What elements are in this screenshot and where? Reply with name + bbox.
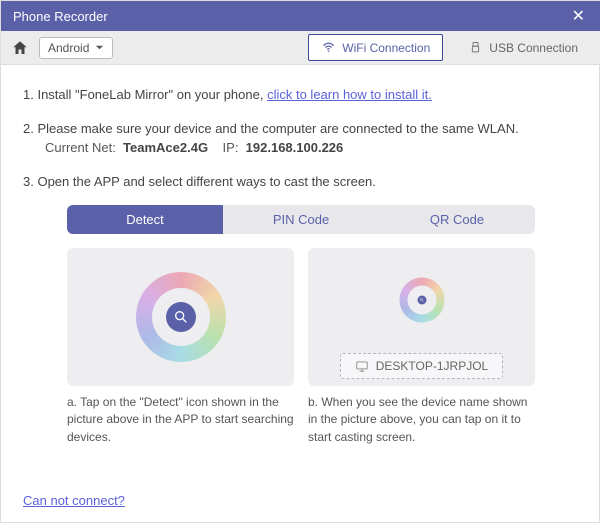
toolbar: Android WiFi Connection USB Connection (1, 31, 600, 65)
tab-qr-code[interactable]: QR Code (379, 205, 535, 234)
cast-mode-tabs: Detect PIN Code QR Code (67, 205, 535, 234)
wifi-icon (321, 40, 336, 55)
step-2: 2. Please make sure your device and the … (23, 119, 579, 158)
magnifier-icon (166, 302, 196, 332)
usb-connection-label: USB Connection (489, 41, 578, 55)
monitor-icon (355, 359, 369, 373)
caption-a: a. Tap on the "Detect" icon shown in the… (67, 394, 294, 446)
ip-value: 192.168.100.226 (246, 140, 344, 155)
instruction-panels: DESKTOP-1JRPJOL (67, 248, 535, 386)
device-dropdown[interactable]: Android (39, 37, 113, 59)
wifi-connection-button[interactable]: WiFi Connection (308, 34, 443, 61)
window-title: Phone Recorder (13, 9, 108, 24)
home-icon[interactable] (11, 39, 29, 57)
close-icon[interactable]: ✕ (566, 4, 591, 28)
detect-ring (136, 272, 226, 362)
detect-panel (67, 248, 294, 386)
current-net-label: Current Net: (45, 140, 116, 155)
current-net-value: TeamAce2.4G (123, 140, 208, 155)
tab-pin-code[interactable]: PIN Code (223, 205, 379, 234)
magnifier-icon-small (417, 296, 426, 305)
step-2-text: 2. Please make sure your device and the … (23, 121, 519, 136)
device-name-box[interactable]: DESKTOP-1JRPJOL (340, 353, 503, 379)
ip-label: IP: (223, 140, 239, 155)
usb-icon (468, 40, 483, 55)
step-1: 1. Install "FoneLab Mirror" on your phon… (23, 85, 579, 105)
tab-detect[interactable]: Detect (67, 205, 223, 234)
step-3: 3. Open the APP and select different way… (23, 172, 579, 192)
detect-ring-small (399, 278, 444, 323)
cannot-connect-link[interactable]: Can not connect? (23, 493, 125, 508)
wifi-connection-label: WiFi Connection (342, 41, 430, 55)
captions: a. Tap on the "Detect" icon shown in the… (67, 394, 535, 446)
network-info: Current Net: TeamAce2.4G IP: 192.168.100… (45, 138, 579, 158)
titlebar: Phone Recorder ✕ (1, 1, 600, 31)
device-name-text: DESKTOP-1JRPJOL (376, 359, 488, 373)
content: 1. Install "FoneLab Mirror" on your phon… (1, 65, 600, 458)
usb-connection-button[interactable]: USB Connection (455, 34, 591, 61)
chevron-down-icon (95, 43, 104, 52)
device-dropdown-label: Android (48, 41, 89, 55)
install-link[interactable]: click to learn how to install it. (267, 87, 432, 102)
caption-b: b. When you see the device name shown in… (308, 394, 535, 446)
step-1-text: 1. Install "FoneLab Mirror" on your phon… (23, 87, 267, 102)
device-panel: DESKTOP-1JRPJOL (308, 248, 535, 386)
